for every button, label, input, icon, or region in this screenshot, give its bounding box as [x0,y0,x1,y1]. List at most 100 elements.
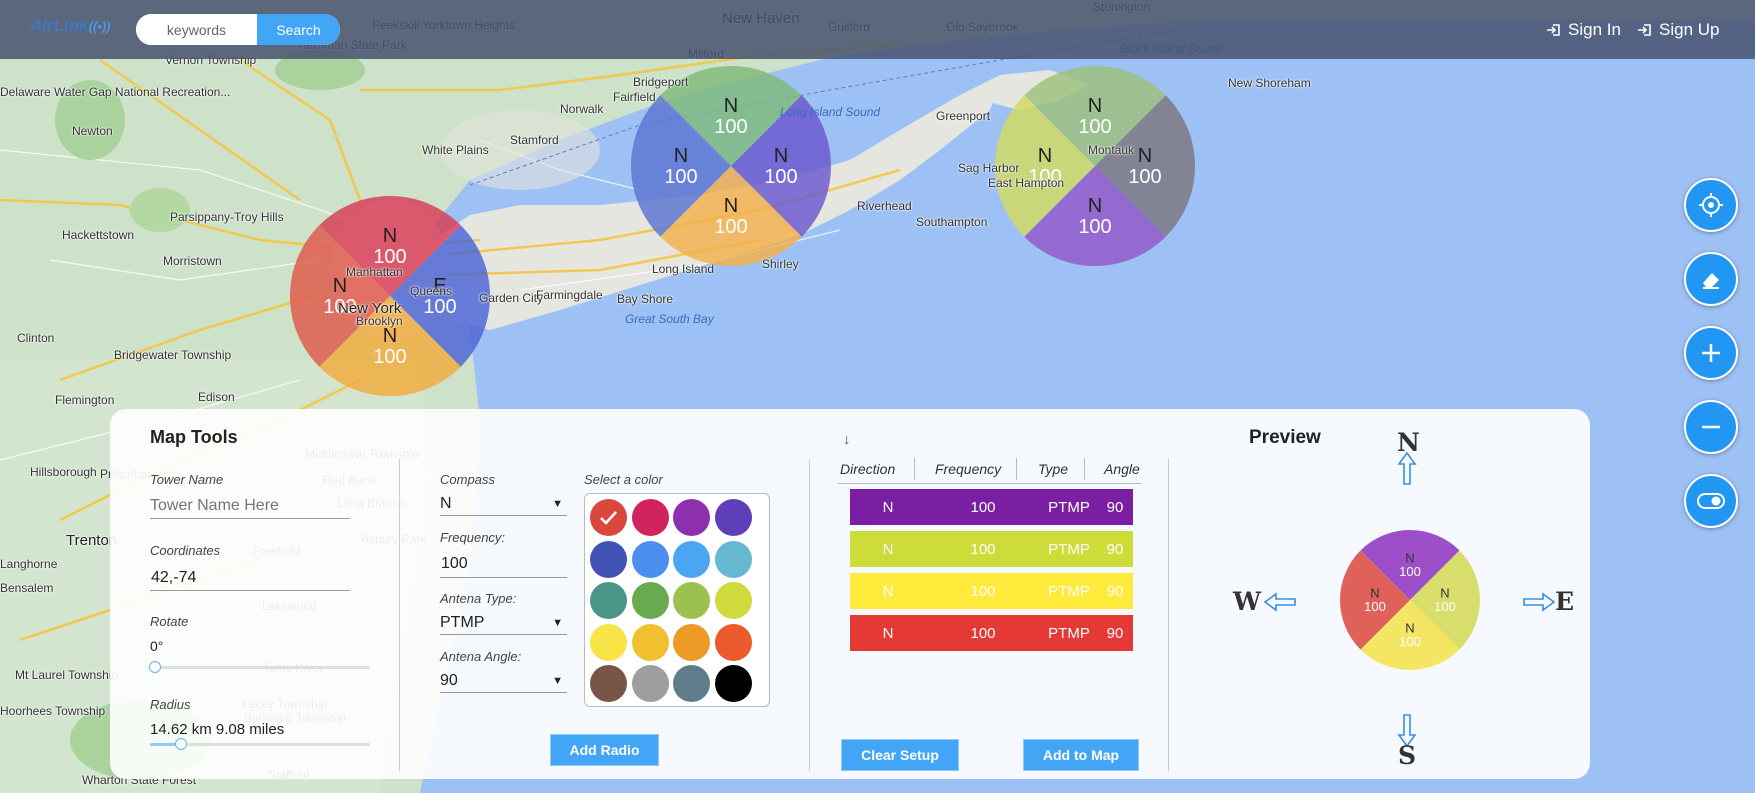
map-place-label: Delaware Water Gap National Recreation..… [0,85,231,99]
setup-cell-direction: N [882,624,894,642]
color-swatch[interactable] [590,623,627,661]
setup-cell-frequency: 100 [970,540,996,558]
sector-frequency-label: 100 [1128,166,1161,188]
header-angle: Angle [1104,461,1140,477]
color-swatch[interactable] [631,582,669,619]
antenna-type-select[interactable]: PTMP ▼ [440,611,567,635]
setup-row[interactable]: N 100 PTMP 90 [850,573,1133,609]
map-place-label: Long Island Sound [780,105,881,119]
map-place-label: Brooklyn [356,314,403,328]
coordinates-input[interactable]: 42,-74 [151,569,196,587]
map-place-label: Norwalk [560,102,604,116]
color-swatch[interactable] [714,540,752,578]
map-place-label: Stamford [510,133,559,147]
frequency-underline [440,577,567,578]
color-swatch[interactable] [673,582,710,619]
color-swatch[interactable] [714,582,752,619]
search-button[interactable]: Search [257,14,340,45]
tower-coverage[interactable]: N100N100N100N100 [631,65,832,267]
setup-row[interactable]: N 100 PTMP 90 [850,531,1133,567]
rotate-slider-thumb[interactable] [149,661,161,673]
radius-value: 14.62 km 9.08 miles [150,721,285,738]
check-icon [600,511,617,525]
color-swatch[interactable] [673,540,710,578]
map-place-label: Bensalem [0,581,54,595]
map-place-label: Morristown [163,254,222,268]
toggle-layer-button[interactable] [1684,474,1738,528]
antenna-type-label: Antena Type: [440,591,517,606]
tower-coverage[interactable]: N100N100N100N100 [995,66,1195,266]
setup-cell-direction: N [882,540,894,558]
color-swatch[interactable] [631,499,669,536]
map-place-label: Hackettstown [62,228,135,242]
zoom-out-icon [1702,425,1720,429]
setup-cell-angle: 90 [1106,498,1124,516]
add-to-map-button[interactable]: Add to Map [1023,739,1139,771]
locate-button[interactable] [1684,178,1738,232]
antenna-angle-select[interactable]: 90 ▼ [440,669,567,693]
color-swatch[interactable] [631,623,669,661]
header-separator [1084,458,1085,480]
color-swatch[interactable] [631,540,669,578]
frequency-input[interactable]: 100 [441,555,468,573]
header-separator [914,458,915,480]
compass-west-label: W [1233,587,1262,616]
tower-name-label: Tower Name [150,472,224,487]
map-place-label: Southampton [916,215,988,229]
color-swatch[interactable] [714,665,752,702]
sector-direction-label: N [1088,195,1102,217]
logo[interactable]: AirLink((•)) [30,16,110,36]
zoom-out-button[interactable] [1684,400,1738,454]
header-direction: Direction [840,461,896,477]
search-input[interactable] [136,14,257,45]
eraser-button[interactable] [1684,252,1738,306]
setup-row[interactable]: N 100 PTMP 90 [850,615,1133,651]
compass-select[interactable]: N ▼ [440,492,567,516]
color-swatch[interactable] [714,499,752,536]
setup-cell-type: PTMP [1048,498,1090,516]
chevron-down-icon: ▼ [552,674,563,687]
setup-cell-angle: 90 [1106,624,1124,642]
map-place-label: Garden City [479,291,544,305]
clear-setup-button[interactable]: Clear Setup [841,739,959,771]
signal-icon: ((•)) [88,19,111,34]
sector-frequency-label: 100 [1434,599,1456,614]
color-swatch[interactable] [714,623,752,661]
color-swatch[interactable] [590,665,627,702]
sign-in-link[interactable]: Sign In [1546,20,1621,40]
color-swatch[interactable] [590,540,627,578]
tower-name-input[interactable] [150,493,350,519]
toggle-icon [1697,493,1725,509]
map-place-label: Bay Shore [617,292,674,306]
sector-frequency-label: 100 [1399,564,1421,579]
login-icon [1638,24,1651,36]
map-place-label: Newton [72,124,113,138]
tower-coverage[interactable]: N100E100N100N100 [289,196,490,396]
color-swatch[interactable] [631,665,669,702]
color-swatch[interactable] [673,665,710,702]
map-place-label: Flemington [55,393,115,407]
sector-frequency-label: 100 [1078,216,1111,238]
column-divider [809,459,810,771]
setup-row[interactable]: N 100 PTMP 90 [850,489,1133,525]
column-divider [399,459,400,771]
setup-cell-type: PTMP [1048,540,1090,558]
zoom-in-button[interactable] [1684,326,1738,380]
sign-up-link[interactable]: Sign Up [1637,20,1719,40]
color-swatch[interactable] [673,623,710,661]
map-place-label: Parsippany-Troy Hills [170,210,284,224]
header-type: Type [1038,461,1069,477]
sort-arrow-icon[interactable]: ↓ [843,431,851,448]
add-radio-button[interactable]: Add Radio [550,734,659,766]
map-tools-title: Map Tools [150,427,238,447]
radius-slider-thumb[interactable] [174,738,187,750]
color-swatch[interactable] [673,499,710,536]
color-swatch[interactable] [590,499,627,536]
map-place-label: East Hampton [988,176,1065,190]
eraser-icon [1703,273,1719,289]
rotate-label: Rotate [150,614,189,629]
sector-frequency-label: 100 [423,296,456,318]
compass-south-label: S [1398,741,1417,770]
rotate-slider-track[interactable] [150,666,370,669]
color-swatch[interactable] [590,582,627,619]
